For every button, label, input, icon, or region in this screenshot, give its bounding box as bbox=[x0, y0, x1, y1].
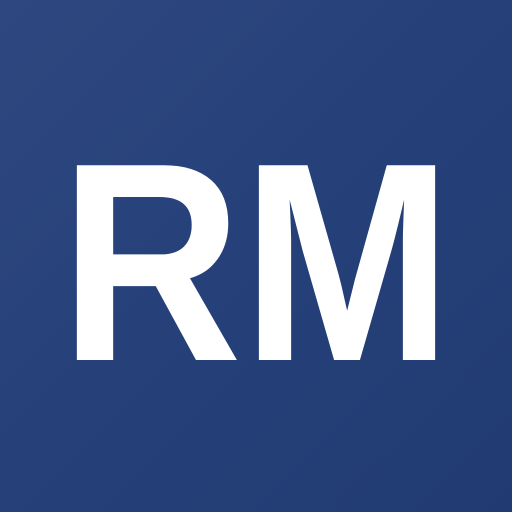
monogram-text: RM bbox=[60, 104, 452, 420]
app-icon-tile: RM bbox=[0, 0, 512, 512]
monogram-logo: RM bbox=[60, 104, 452, 420]
